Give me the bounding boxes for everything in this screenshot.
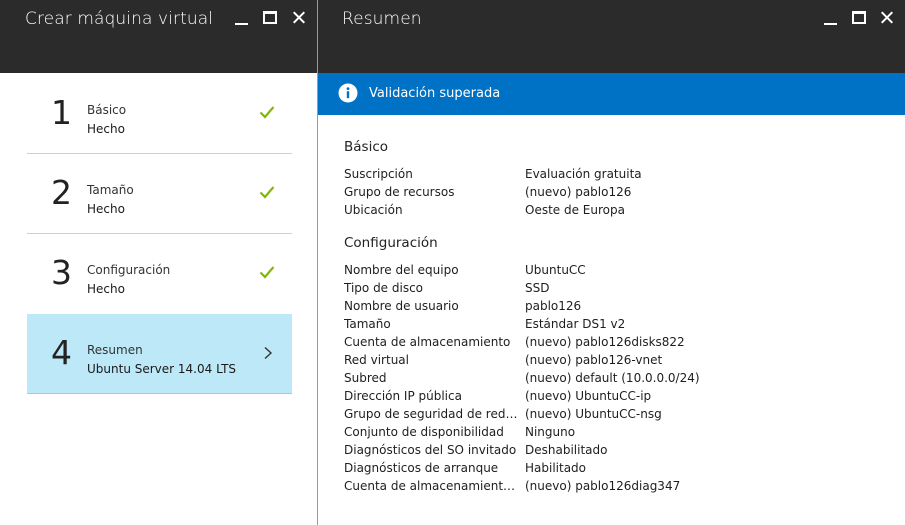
summary-row: Suscripción Evaluación gratuita (344, 167, 884, 185)
step-status: Ubuntu Server 14.04 LTS (87, 362, 237, 376)
row-value: Habilitado (525, 461, 587, 475)
row-value: Oeste de Europa (525, 203, 625, 217)
check-icon (259, 106, 275, 119)
section-title-basico: Básico (344, 139, 389, 155)
step-title: Tamaño (87, 183, 134, 197)
row-value: UbuntuCC (525, 263, 586, 277)
step-status: Hecho (87, 282, 125, 296)
row-label: Cuenta de almacenamiento (344, 335, 511, 349)
blade-header: Crear máquina virtual (0, 0, 317, 73)
step-basico[interactable]: 1 Básico Hecho (27, 74, 292, 153)
row-label: Cuenta de almacenamiento de ... (344, 479, 521, 493)
close-icon[interactable] (878, 8, 896, 28)
row-label: Grupo de seguridad de red (fire... (344, 407, 521, 421)
row-label: Nombre del equipo (344, 263, 459, 277)
summary-row: Diagnósticos del SO invitado Deshabilita… (344, 443, 884, 461)
row-label: Tamaño (344, 317, 391, 331)
create-vm-blade: Crear máquina virtual 1 Básico Hecho 2 T… (0, 0, 318, 525)
step-number: 1 (51, 93, 72, 132)
step-number: 3 (51, 253, 72, 292)
row-value: (nuevo) UbuntuCC-nsg (525, 407, 662, 421)
summary-row: Red virtual (nuevo) pablo126-vnet (344, 353, 884, 371)
row-value: SSD (525, 281, 550, 295)
summary-row: Cuenta de almacenamiento de ... (nuevo) … (344, 479, 884, 497)
check-icon (259, 186, 275, 199)
check-icon (259, 266, 275, 279)
row-label: Diagnósticos del SO invitado (344, 443, 517, 457)
row-value: Estándar DS1 v2 (525, 317, 626, 331)
row-label: Subred (344, 371, 387, 385)
summary-row: Tamaño Estándar DS1 v2 (344, 317, 884, 335)
row-label: Conjunto de disponibilidad (344, 425, 504, 439)
summary-row: Dirección IP pública (nuevo) UbuntuCC-ip (344, 389, 884, 407)
row-value: Evaluación gratuita (525, 167, 642, 181)
minimize-icon[interactable] (821, 8, 839, 28)
step-resumen[interactable]: 4 Resumen Ubuntu Server 14.04 LTS (27, 314, 292, 394)
row-label: Diagnósticos de arranque (344, 461, 499, 475)
summary-row: Cuenta de almacenamiento (nuevo) pablo12… (344, 335, 884, 353)
summary-row: Ubicación Oeste de Europa (344, 203, 884, 221)
row-label: Dirección IP pública (344, 389, 462, 403)
blade-title: Resumen (342, 9, 422, 29)
summary-row: Nombre de usuario pablo126 (344, 299, 884, 317)
step-tamano[interactable]: 2 Tamaño Hecho (27, 154, 292, 233)
summary-row: Subred (nuevo) default (10.0.0.0/24) (344, 371, 884, 389)
validation-banner: Validación superada (318, 73, 905, 115)
info-icon (338, 83, 358, 103)
step-number: 4 (51, 333, 72, 372)
row-value: pablo126 (525, 299, 582, 313)
step-configuracion[interactable]: 3 Configuración Hecho (27, 234, 292, 313)
summary-row: Tipo de disco SSD (344, 281, 884, 299)
row-value: (nuevo) pablo126diag347 (525, 479, 681, 493)
maximize-icon[interactable] (261, 8, 279, 28)
section-title-configuracion: Configuración (344, 235, 438, 251)
summary-row: Grupo de recursos (nuevo) pablo126 (344, 185, 884, 203)
minimize-icon[interactable] (232, 8, 250, 28)
row-value: (nuevo) UbuntuCC-ip (525, 389, 652, 403)
blade-header: Resumen (318, 0, 905, 73)
step-title: Configuración (87, 263, 171, 277)
maximize-icon[interactable] (850, 8, 868, 28)
step-status: Hecho (87, 202, 125, 216)
blade-title: Crear máquina virtual (25, 9, 214, 29)
step-status: Hecho (87, 122, 125, 136)
row-value: Ninguno (525, 425, 576, 439)
banner-text: Validación superada (369, 86, 501, 101)
row-value: (nuevo) pablo126-vnet (525, 353, 663, 367)
summary-blade: Resumen Validación superada Básico Suscr… (318, 0, 905, 525)
step-title: Resumen (87, 343, 143, 357)
row-label: Tipo de disco (344, 281, 424, 295)
summary-row: Grupo de seguridad de red (fire... (nuev… (344, 407, 884, 425)
summary-row: Conjunto de disponibilidad Ninguno (344, 425, 884, 443)
row-label: Grupo de recursos (344, 185, 455, 199)
row-label: Ubicación (344, 203, 403, 217)
row-label: Nombre de usuario (344, 299, 459, 313)
row-label: Red virtual (344, 353, 409, 367)
row-value: (nuevo) pablo126disks822 (525, 335, 685, 349)
close-icon[interactable] (290, 8, 308, 28)
row-value: (nuevo) default (10.0.0.0/24) (525, 371, 700, 385)
summary-row: Diagnósticos de arranque Habilitado (344, 461, 884, 479)
chevron-right-icon (264, 346, 273, 360)
row-label: Suscripción (344, 167, 413, 181)
step-title: Básico (87, 103, 127, 117)
row-value: Deshabilitado (525, 443, 608, 457)
summary-row: Nombre del equipo UbuntuCC (344, 263, 884, 281)
step-number: 2 (51, 173, 72, 212)
row-value: (nuevo) pablo126 (525, 185, 632, 199)
